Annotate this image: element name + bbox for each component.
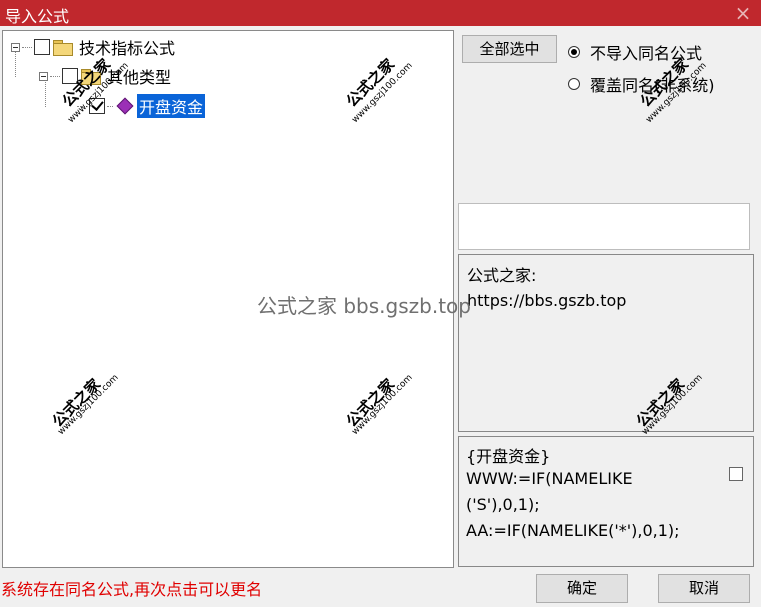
code-checkbox[interactable] <box>729 467 743 481</box>
tree-connector <box>107 105 113 107</box>
tree-connector <box>22 46 32 48</box>
tree-node-root[interactable]: 技术指标公式 <box>11 36 175 58</box>
ok-button[interactable]: 确定 <box>536 574 628 603</box>
description-panel: 公式之家: https://bbs.gszb.top <box>458 254 754 432</box>
close-icon[interactable]: × <box>733 1 753 25</box>
description-line: https://bbs.gszb.top <box>467 291 627 310</box>
window-title: 导入公式 <box>5 7 70 26</box>
code-line: AA:=IF(NAMELIKE('*'),0,1); <box>466 521 680 540</box>
folder-icon <box>53 39 73 56</box>
description-text: 公式之家: https://bbs.gszb.top <box>467 263 626 313</box>
root-checkbox[interactable] <box>34 39 50 55</box>
name-input-box[interactable] <box>458 203 750 250</box>
title-bar: 导入公式 × <box>0 0 761 26</box>
select-all-button[interactable]: 全部选中 <box>462 35 557 63</box>
tree-connector <box>50 75 60 77</box>
description-line: 公式之家: <box>467 266 537 285</box>
formula-gem-icon <box>116 97 134 115</box>
overlay-watermark: 公式之家 bbs.gszb.top <box>257 294 471 318</box>
code-line: ('S'),0,1); <box>466 495 540 514</box>
cancel-button[interactable]: 取消 <box>658 574 750 603</box>
collapse-icon[interactable] <box>11 42 20 52</box>
radio-icon[interactable] <box>568 78 580 90</box>
status-message: 系统存在同名公式,再次点击可以更名 <box>1 580 263 599</box>
code-line: {开盘资金} <box>466 447 551 466</box>
collapse-icon[interactable] <box>39 71 48 81</box>
code-panel: {开盘资金} WWW:=IF(NAMELIKE ('S'),0,1); AA:=… <box>458 436 754 567</box>
tree-label-root: 技术指标公式 <box>79 39 176 58</box>
code-line: WWW:=IF(NAMELIKE <box>466 469 633 488</box>
tree-label-leaf[interactable]: 开盘资金 <box>137 94 206 118</box>
radio-icon[interactable] <box>568 46 580 58</box>
